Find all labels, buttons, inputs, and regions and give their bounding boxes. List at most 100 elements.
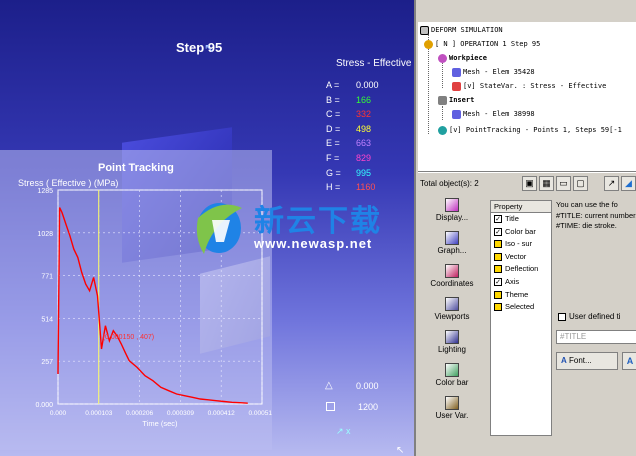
legend-value: 829	[356, 153, 372, 163]
property-item[interactable]: ✓ Axis	[491, 276, 551, 289]
tool-label: User Var.	[435, 411, 469, 420]
tool-display[interactable]: Display...	[418, 196, 486, 229]
surface-view-button[interactable]: ▭	[556, 176, 571, 191]
y-tick-label: 1285	[37, 188, 53, 195]
tree-ins-mesh[interactable]: Mesh - Elem 38998	[452, 108, 535, 120]
legend-value: 1160	[356, 182, 376, 193]
property-label: Axis	[505, 276, 520, 286]
property-checkbox[interactable]: ✓	[494, 227, 502, 236]
tree-tracking-label: [v] PointTracking - Points 1, Steps 59[-…	[449, 126, 622, 134]
tree-operation-label: [ N ] OPERATION 1 Step 95	[435, 40, 541, 48]
property-checkbox[interactable]: ✓	[494, 215, 502, 223]
square-icon	[326, 402, 335, 411]
hide-button[interactable]: ▢	[573, 176, 588, 191]
property-item[interactable]: ✓ Color bar	[491, 226, 551, 239]
y-tick-label: 257	[41, 359, 53, 366]
property-checkbox[interactable]	[494, 303, 502, 312]
mesh-view-button[interactable]: ▦	[539, 176, 554, 191]
font-color-button[interactable]: A	[622, 352, 636, 370]
font-button[interactable]: A Font...	[556, 352, 618, 370]
tool-label: Graph...	[437, 246, 467, 255]
point-annotation: (0.000150 , 407)	[103, 334, 154, 341]
property-item[interactable]: Iso - sur	[491, 238, 551, 251]
property-description: You can use the fo #TITLE: current numbe…	[556, 200, 636, 230]
tool-lighting[interactable]: Lighting	[418, 328, 486, 361]
tool-icon	[445, 264, 459, 278]
point-tracking-panel[interactable]: Point Tracking Stress ( Effective ) (MPa…	[0, 150, 272, 450]
cursor-icon: ↖	[396, 445, 405, 456]
x-tick-label: 0.000103	[85, 410, 112, 417]
tool-user-var[interactable]: User Var.	[418, 394, 486, 427]
property-checkbox[interactable]	[494, 290, 502, 299]
operation-icon	[424, 39, 433, 49]
property-item[interactable]: Theme	[491, 289, 551, 302]
bottom-value-a: 0.000	[356, 381, 379, 391]
property-item[interactable]: ✓ Title	[491, 213, 551, 226]
watermark-logo-text: 新云下载	[254, 205, 382, 238]
font-a-icon: A	[561, 356, 567, 365]
font-button-label: Font...	[569, 356, 592, 365]
property-checkbox[interactable]	[494, 265, 502, 274]
legend-key: H =	[326, 182, 341, 193]
tool-coordinates[interactable]: Coordinates	[418, 262, 486, 295]
property-items: ✓ Title ✓ Color bar Iso - sur Vector Deflectio…	[491, 213, 551, 314]
property-checkbox[interactable]: ✓	[494, 277, 502, 286]
insert-icon	[438, 95, 447, 105]
legend-title: Stress - Effective	[336, 58, 412, 69]
tree-root-label: DEFORM SIMULATION	[431, 26, 503, 34]
tree-insert[interactable]: Insert	[438, 94, 474, 106]
tree-root[interactable]: DEFORM SIMULATION	[420, 24, 503, 36]
tree-ins-mesh-label: Mesh - Elem 38998	[463, 110, 535, 118]
tool-color-bar[interactable]: Color bar	[418, 361, 486, 394]
tree-operation[interactable]: [ N ] OPERATION 1 Step 95	[424, 38, 540, 50]
bottom-value-b: 1200	[358, 402, 379, 412]
tool-icon	[445, 231, 459, 245]
tool-column: Display... Graph... Coordinates Viewports Li…	[418, 196, 486, 456]
legend-key: F =	[326, 153, 340, 163]
tool-label: Lighting	[437, 345, 467, 354]
property-checkbox[interactable]	[494, 240, 502, 249]
tree-tracking[interactable]: [v] PointTracking - Points 1, Steps 59[-…	[438, 124, 622, 136]
property-label: Color bar	[505, 226, 536, 236]
property-item[interactable]: Vector	[491, 251, 551, 264]
x-tick-label: 0.000412	[208, 410, 235, 417]
tree-wp-statevar[interactable]: [v] StateVar. : Stress - Effective	[452, 80, 606, 92]
tool-viewports[interactable]: Viewports	[418, 295, 486, 328]
tree-wp-mesh[interactable]: Mesh - Elem 35428	[452, 66, 535, 78]
legend-value: 498	[356, 123, 372, 134]
user-defined-title-checkbox[interactable]: User defined ti	[558, 312, 636, 321]
property-item[interactable]: Selected	[491, 301, 551, 314]
property-list[interactable]: Property ✓ Title ✓ Color bar Iso - sur Vector…	[490, 200, 552, 436]
object-view-button[interactable]: ▣	[522, 176, 537, 191]
x-tick-label: 0.000206	[126, 410, 153, 417]
tree-wp-statevar-label: [v] StateVar. : Stress - Effective	[463, 82, 607, 90]
legend-key: D =	[326, 123, 341, 134]
legend-key: G =	[326, 167, 341, 178]
property-checkbox[interactable]	[494, 252, 502, 261]
step-label: Step 95	[176, 40, 223, 55]
tree-workpiece[interactable]: Workpiece	[438, 52, 487, 64]
legend-key: A =	[326, 80, 340, 90]
tracking-icon	[438, 125, 447, 135]
x-tick-label: 0.000516	[248, 410, 272, 417]
paint-tool-button[interactable]: ◢	[621, 176, 636, 191]
user-defined-label: User defined ti	[569, 312, 621, 321]
total-objects-label: Total object(s): 2	[420, 179, 479, 188]
state-variable-icon	[452, 81, 461, 91]
checkbox-box[interactable]	[558, 312, 566, 321]
tool-icon	[445, 363, 459, 377]
property-item[interactable]: Deflection	[491, 263, 551, 276]
tool-graph[interactable]: Graph...	[418, 229, 486, 262]
object-tree[interactable]: DEFORM SIMULATION [ N ] OPERATION 1 Step…	[418, 22, 636, 172]
title-input[interactable]: #TITLE	[556, 330, 636, 344]
x-tick-label: 0.000309	[167, 410, 194, 417]
point-tracking-chart: 0.000 257 514 771 1028 1285 0.000 0.000103 0.000…	[35, 188, 272, 428]
status-bar: Total object(s): 2 ▣ ▦ ▭ ▢ ↗ ◢	[418, 172, 636, 194]
property-label: Theme	[505, 289, 529, 299]
watermark-url: www.newasp.net	[254, 236, 373, 251]
tool-label: Coordinates	[430, 279, 474, 288]
legend-key: E =	[326, 138, 340, 149]
chart-x-axis-label: Time (sec)	[142, 419, 178, 428]
edit-tool-button[interactable]: ↗	[604, 176, 619, 191]
tree-insert-label: Insert	[449, 96, 475, 104]
